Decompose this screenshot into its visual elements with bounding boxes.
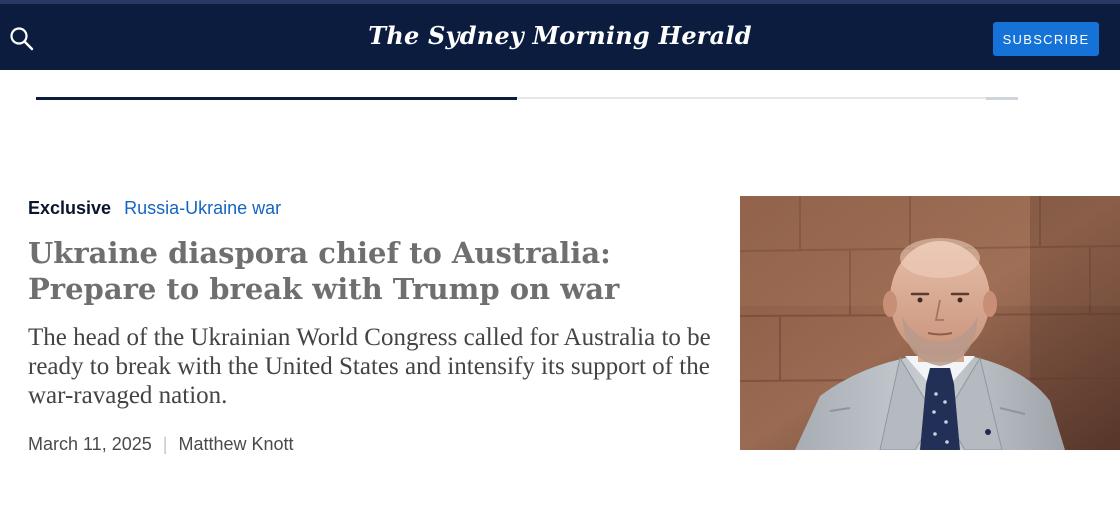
article-photo[interactable] bbox=[740, 196, 1120, 450]
topic-link[interactable]: Russia-Ukraine war bbox=[124, 198, 281, 218]
article-summary: The head of the Ukrainian World Congress… bbox=[28, 324, 711, 409]
reading-progress-fill bbox=[36, 97, 518, 100]
meta-separator: | bbox=[162, 434, 168, 454]
article-headline[interactable]: Ukraine diaspora chief to Australia: Pre… bbox=[28, 235, 708, 307]
article-kicker: Exclusive Russia-Ukraine war bbox=[28, 198, 281, 219]
subscribe-button[interactable]: SUBSCRIBE bbox=[993, 22, 1099, 56]
reading-progress-bar bbox=[36, 97, 1018, 100]
article-date: March 11, 2025 bbox=[28, 434, 152, 454]
exclusive-label: Exclusive bbox=[28, 198, 112, 218]
article-meta: March 11, 2025 | Matthew Knott bbox=[28, 434, 294, 455]
portrait-photo-image bbox=[740, 196, 1120, 450]
site-header: The Sydney Morning Herald SUBSCRIBE bbox=[0, 0, 1120, 70]
author-link[interactable]: Matthew Knott bbox=[178, 434, 293, 454]
reading-progress-end bbox=[986, 97, 1018, 100]
masthead-logo[interactable]: The Sydney Morning Herald bbox=[0, 21, 1120, 50]
